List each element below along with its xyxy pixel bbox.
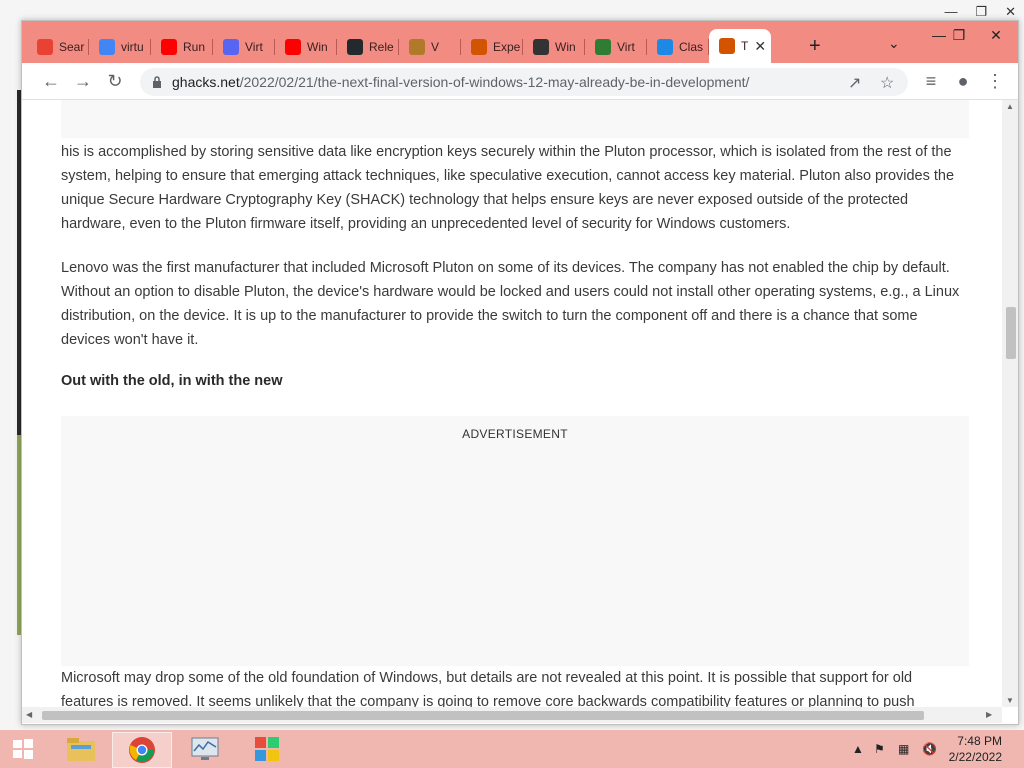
manual-icon: [595, 39, 611, 55]
action-center-flag-icon[interactable]: ⚑: [874, 730, 885, 768]
page-content: his is accomplished by storing sensitive…: [22, 100, 1002, 707]
minimize-icon[interactable]: —: [944, 4, 957, 20]
taskbar: ▲ ⚑ ▦ 🔇 7:48 PM 2/22/2022: [0, 730, 1024, 768]
tab-strip: Sear virtu Run Virt Win Rele V Expe Win Virt Clas T…: [22, 21, 1018, 63]
tab-label: Virt: [617, 40, 635, 54]
advertisement-label: ADVERTISEMENT: [462, 427, 568, 441]
tab[interactable]: Virt: [585, 33, 647, 61]
tab-label: Expe: [493, 40, 521, 54]
tab-label: Sear: [59, 40, 85, 54]
google-icon: [99, 39, 115, 55]
tab[interactable]: Win: [275, 33, 337, 61]
bookmark-star-icon[interactable]: ☆: [880, 73, 894, 93]
folder-icon: [67, 738, 95, 761]
share-icon[interactable]: ↗: [848, 73, 861, 93]
url-host: ghacks.net: [172, 74, 240, 90]
chrome-icon: [129, 737, 155, 763]
tab[interactable]: Run: [151, 33, 213, 61]
picture-icon: [657, 39, 673, 55]
tab-label: Virt: [245, 40, 263, 54]
github-icon: [347, 39, 363, 55]
article-paragraph: Microsoft may drop some of the old found…: [61, 670, 915, 707]
show-hidden-icons[interactable]: ▲: [852, 730, 864, 768]
task-manager-button[interactable]: [176, 732, 234, 766]
file-explorer-button[interactable]: [52, 732, 110, 766]
tab[interactable]: Win: [523, 33, 585, 61]
ghacks-icon: [719, 38, 735, 54]
youtube-icon: [285, 39, 301, 55]
reading-list-icon[interactable]: ≡: [920, 71, 942, 92]
vertical-scroll-thumb[interactable]: [1006, 307, 1016, 359]
library-icon: [533, 39, 549, 55]
clock-date: 2/22/2022: [948, 750, 1002, 764]
tab[interactable]: Rele: [337, 33, 399, 61]
windows-classic-icon: [255, 737, 279, 761]
scroll-down-icon[interactable]: ▼: [1006, 696, 1014, 705]
article-paragraph: his is accomplished by storing sensitive…: [61, 144, 955, 232]
discord-icon: [223, 39, 239, 55]
network-icon[interactable]: ▦: [898, 730, 909, 768]
red-square-icon: [37, 39, 53, 55]
tab[interactable]: Sear: [27, 33, 89, 61]
tab-search-button[interactable]: ⌄: [888, 35, 900, 52]
tab[interactable]: V: [399, 33, 461, 61]
profile-avatar-icon[interactable]: ●: [952, 71, 974, 92]
background-window-controls: — ❐ ✕: [944, 4, 1016, 20]
tab-label: virtu: [121, 40, 144, 54]
ghacks-icon: [471, 39, 487, 55]
article-paragraph: Lenovo was the first manufacturer that i…: [61, 260, 960, 348]
horizontal-scroll-thumb[interactable]: [42, 711, 924, 720]
tab-label: Win: [307, 40, 328, 54]
forward-button[interactable]: →: [72, 71, 94, 92]
close-icon[interactable]: ✕: [1005, 4, 1016, 20]
tab[interactable]: virtu: [89, 33, 151, 61]
tab-label: Clas: [679, 40, 704, 54]
new-tab-button[interactable]: +: [809, 35, 821, 58]
url-text: ghacks.net/2022/02/21/the-next-final-ver…: [172, 74, 749, 90]
back-button[interactable]: ←: [40, 71, 62, 92]
scroll-up-icon[interactable]: ▲: [1006, 102, 1014, 111]
browser-window: Sear virtu Run Virt Win Rele V Expe Win Virt Clas T…: [21, 20, 1019, 725]
app-taskbar-button[interactable]: [238, 732, 296, 766]
maximize-icon[interactable]: ❐: [975, 4, 987, 20]
url-path: /2022/02/21/the-next-final-version-of-wi…: [239, 74, 750, 90]
vertical-scrollbar[interactable]: ▲ ▼: [1002, 100, 1018, 707]
tab[interactable]: Expe: [461, 33, 523, 61]
close-tab-icon[interactable]: ✕: [754, 38, 766, 55]
lock-icon: [153, 76, 161, 88]
tab-label: Win: [555, 40, 576, 54]
system-clock[interactable]: 7:48 PM 2/22/2022: [949, 733, 1002, 765]
scroll-right-icon[interactable]: ▶: [986, 710, 992, 719]
tab[interactable]: Clas: [647, 33, 709, 61]
windows-logo-icon: [13, 739, 33, 759]
clock-time: 7:48 PM: [957, 734, 1002, 748]
address-bar[interactable]: ghacks.net/2022/02/21/the-next-final-ver…: [140, 68, 908, 96]
tab-label: V: [431, 40, 440, 54]
chrome-taskbar-button[interactable]: [112, 732, 172, 768]
section-heading: Out with the old, in with the new: [61, 373, 283, 389]
scroll-left-icon[interactable]: ◀: [26, 710, 32, 719]
close-window-button[interactable]: ✕: [976, 21, 1016, 49]
tab-label: Run: [183, 40, 206, 54]
tab-label: Rele: [369, 40, 394, 54]
horizontal-scrollbar[interactable]: ◀ ▶: [22, 707, 1002, 723]
browser-toolbar: ← → ↻ ghacks.net/2022/02/21/the-next-fin…: [22, 63, 1018, 100]
tab[interactable]: Virt: [213, 33, 275, 61]
youtube-icon: [161, 39, 177, 55]
menu-icon[interactable]: ⋮: [984, 71, 1006, 92]
audio-icon: [409, 39, 425, 55]
volume-muted-icon[interactable]: 🔇: [922, 730, 937, 768]
tab[interactable]: T ✕: [709, 29, 771, 63]
restore-button[interactable]: ❐: [939, 21, 979, 49]
advertisement-box: ADVERTISEMENT: [61, 416, 969, 666]
advertisement-top: [61, 100, 969, 138]
start-button[interactable]: [0, 732, 46, 766]
reload-button[interactable]: ↻: [104, 71, 126, 92]
monitor-icon: [191, 737, 219, 760]
tab-label: T: [741, 39, 749, 53]
